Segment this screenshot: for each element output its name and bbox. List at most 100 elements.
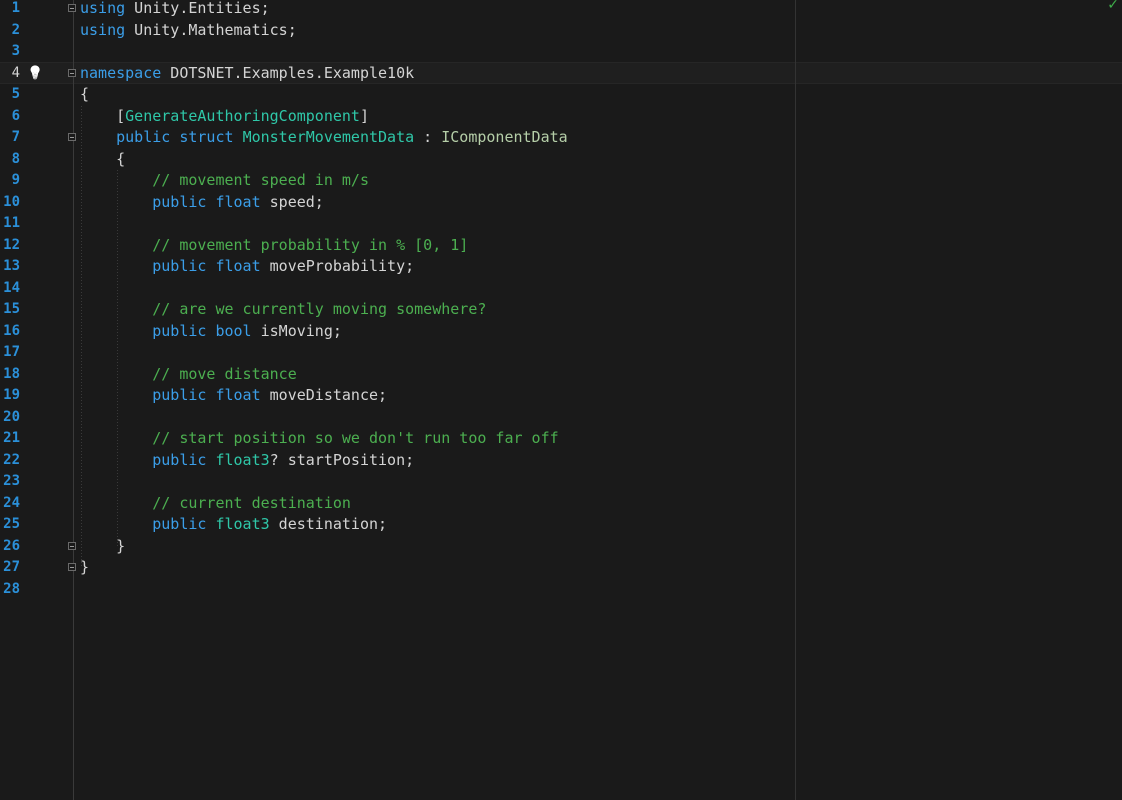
code-text: using Unity.Entities; (80, 0, 270, 20)
code-token: using (80, 0, 126, 17)
code-line[interactable]: 21 // start position so we don't run too… (0, 428, 1122, 450)
code-line[interactable]: 8 { (0, 149, 1122, 171)
line-number: 10 (3, 193, 20, 210)
code-line[interactable]: 15 // are we currently moving somewhere? (0, 299, 1122, 321)
code-line[interactable]: 12 // movement probability in % [0, 1] (0, 235, 1122, 257)
line-number: 4 (11, 64, 20, 81)
code-line[interactable]: 20 (0, 407, 1122, 429)
code-token: struct (179, 128, 234, 146)
code-token: ? startPosition; (269, 450, 415, 469)
code-line[interactable]: 11 (0, 213, 1122, 235)
line-number: 12 (3, 236, 20, 253)
code-line[interactable]: 16 public bool isMoving; (0, 321, 1122, 343)
code-token: IComponentData (441, 128, 568, 146)
code-line[interactable]: 2 using Unity.Mathematics; (0, 20, 1122, 42)
code-editor[interactable]: ✓ 1 using Unity.Entities; 2 using Unity.Mat… (0, 0, 1122, 800)
code-token: } (80, 536, 126, 555)
line-number: 21 (3, 430, 20, 446)
line-number: 26 (3, 537, 20, 554)
code-line[interactable]: 3 (0, 41, 1122, 63)
code-token: float (215, 257, 261, 275)
code-token: speed; (260, 192, 324, 211)
lightbulb-icon[interactable]: 💡 (27, 63, 43, 85)
code-line[interactable]: 14 (0, 278, 1122, 300)
code-text: public float moveDistance; (80, 385, 387, 407)
code-token: // current destination (152, 493, 351, 512)
code-token: { (80, 149, 126, 168)
code-line[interactable]: 9 // movement speed in m/s (0, 170, 1122, 192)
fold-toggle-icon[interactable] (68, 563, 76, 571)
code-line[interactable]: 25 public float3 destination; (0, 514, 1122, 536)
code-line[interactable]: 17 (0, 342, 1122, 364)
code-text: { (80, 149, 125, 171)
code-token: DOTSNET.Examples.Example10k (161, 63, 415, 82)
line-number: 6 (11, 107, 20, 124)
code-line[interactable]: 18 // move distance (0, 364, 1122, 386)
code-token: moveDistance; (260, 386, 388, 404)
code-line[interactable]: 6 [GenerateAuthoringComponent] (0, 106, 1122, 128)
code-text: // are we currently moving somewhere? (80, 299, 486, 321)
code-token: // movement probability in % [0, 1] (152, 235, 469, 254)
line-number: 24 (3, 494, 20, 511)
line-number: 8 (11, 150, 20, 167)
code-text: public float moveProbability; (80, 256, 414, 278)
code-line[interactable]: 27} (0, 557, 1122, 579)
fold-toggle-icon[interactable] (68, 541, 76, 550)
code-line[interactable]: 19 public float moveDistance; (0, 385, 1122, 407)
code-text: // movement probability in % [0, 1] (80, 235, 468, 257)
code-line[interactable]: 1 using Unity.Entities; (0, 0, 1122, 20)
code-line[interactable]: 28 (0, 579, 1122, 601)
code-lines: 1 using Unity.Entities; 2 using Unity.Mathe… (0, 0, 1122, 600)
code-text: { (80, 84, 89, 106)
code-token: public (152, 450, 207, 469)
code-text: namespace DOTSNET.Examples.Example10k (80, 63, 414, 85)
code-line[interactable]: 13 public float moveProbability; (0, 256, 1122, 278)
code-token: } (80, 558, 90, 576)
code-token: MonsterMovementData (242, 128, 415, 146)
code-token: public (152, 321, 207, 340)
code-token: bool (215, 321, 252, 340)
code-token: float3 (215, 450, 270, 469)
code-token: // start position so we don't run too fa… (152, 429, 559, 447)
code-token: [ (80, 106, 126, 125)
line-number: 18 (3, 365, 20, 382)
code-line[interactable]: 24 // current destination (0, 493, 1122, 515)
line-number: 16 (3, 322, 20, 339)
code-token: public (116, 128, 171, 146)
code-line[interactable]: 22 public float3? startPosition; (0, 450, 1122, 472)
fold-toggle-icon[interactable] (68, 4, 76, 12)
code-text: } (80, 557, 89, 579)
fold-toggle-icon[interactable] (68, 133, 76, 141)
code-line[interactable]: 5{ (0, 84, 1122, 106)
code-token: namespace (80, 63, 162, 82)
code-line[interactable]: 26 } (0, 536, 1122, 558)
code-text: // movement speed in m/s (80, 170, 369, 192)
code-text: [GenerateAuthoringComponent] (80, 106, 369, 128)
line-number: 1 (11, 0, 20, 16)
code-line[interactable]: 10 public float speed; (0, 192, 1122, 214)
code-line[interactable]: 4 💡 namespace DOTSNET.Examples.Example10k (0, 63, 1122, 85)
code-token: float3 (215, 515, 270, 533)
code-token: // movement speed in m/s (152, 171, 369, 189)
fold-toggle-icon[interactable] (68, 68, 76, 77)
code-line[interactable]: 7 public struct MonsterMovementData : IC… (0, 127, 1122, 149)
line-number: 19 (3, 387, 20, 403)
line-number: 13 (3, 258, 20, 274)
code-token: using (80, 20, 126, 39)
line-number: 25 (3, 516, 20, 532)
line-number: 3 (11, 43, 20, 59)
code-text: public float speed; (80, 192, 324, 214)
code-line[interactable]: 23 (0, 471, 1122, 493)
code-token: destination; (269, 515, 388, 533)
code-token: // are we currently moving somewhere? (152, 300, 487, 318)
